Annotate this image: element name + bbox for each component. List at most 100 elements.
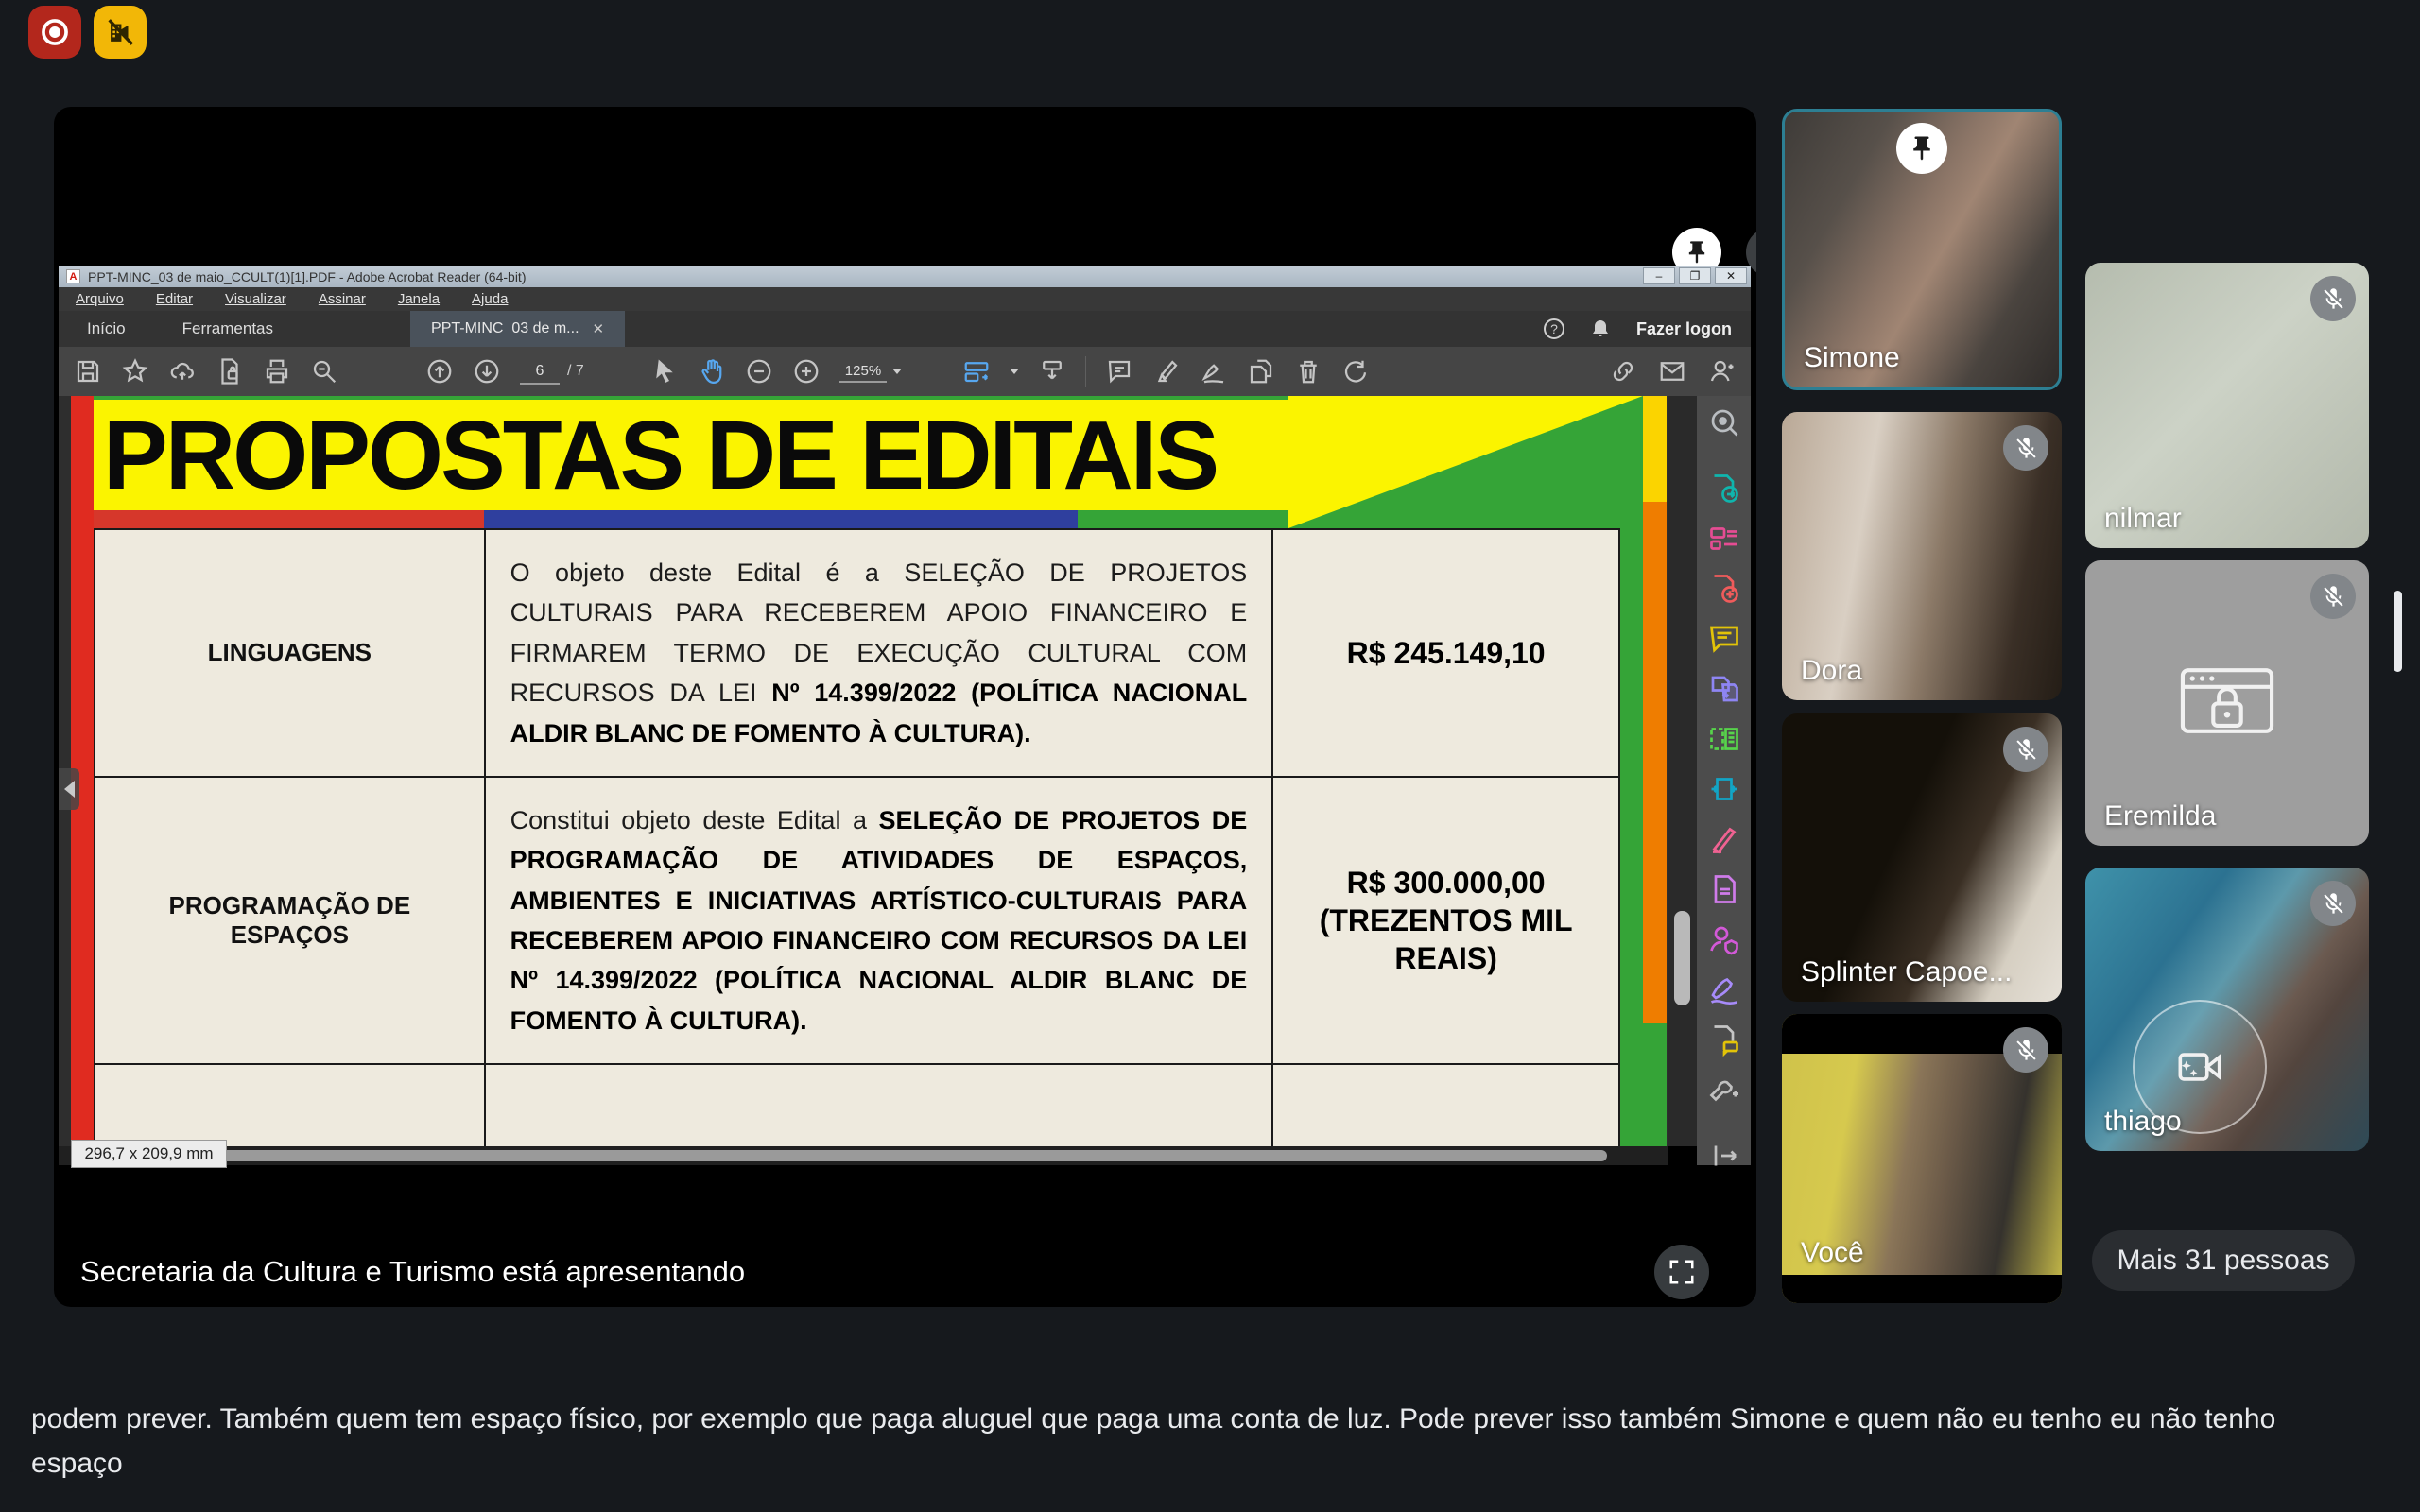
redact-tool-icon[interactable] [1707,822,1741,856]
acrobat-window: A PPT-MINC_03 de maio_CCULT(1)[1].PDF - … [59,266,1751,1165]
menu-assinar[interactable]: Assinar [319,291,366,307]
participant-tile-voce[interactable]: Você [1782,1014,2062,1303]
export-pdf-tool-icon[interactable] [1707,472,1741,506]
participant-tile-dora[interactable]: Dora [1782,412,2062,700]
vertical-scrollbar[interactable] [1668,396,1697,1146]
tab-document[interactable]: PPT-MINC_03 de m... ✕ [410,311,625,347]
pdf-viewport[interactable]: PROPOSTAS DE EDITAIS LINGUAGENS O objeto… [59,396,1668,1146]
mic-off-icon [2310,276,2356,321]
row-description: O MODELO SERÁ DISPONIBILIZADO PELO MINIS… [485,1064,1273,1146]
help-icon[interactable]: ? [1544,318,1564,339]
tab-close-icon[interactable]: ✕ [593,320,605,337]
vertical-scrollbar-thumb[interactable] [1674,911,1690,1005]
horizontal-scrollbar-thumb[interactable] [217,1150,1607,1161]
zoom-level-control[interactable]: 125% [839,361,902,383]
page-dimensions-label: 296,7 x 209,9 mm [71,1140,227,1168]
slide-title-banner: PROPOSTAS DE EDITAIS [94,400,1288,510]
participant-tile-simone[interactable]: Simone [1782,109,2062,390]
zoom-in-icon[interactable] [792,357,821,386]
scan-ocr-tool-icon[interactable] [1707,872,1741,906]
search-tools-icon[interactable] [1707,405,1741,439]
expand-panel-icon[interactable] [1707,1139,1741,1173]
participant-tile-nilmar[interactable]: nilmar [2085,263,2369,548]
page-number-input[interactable]: 6 [520,358,560,385]
organize-pages-icon[interactable] [1247,357,1275,386]
fit-dropdown-caret-icon[interactable] [1010,369,1019,374]
zoom-out-icon[interactable] [745,357,773,386]
more-tools-icon[interactable] [1707,1073,1741,1107]
share-with-person-icon[interactable] [1707,357,1736,386]
star-icon[interactable] [121,357,149,386]
horizontal-scrollbar[interactable] [59,1146,1668,1165]
previous-page-icon[interactable] [425,357,454,386]
trash-icon[interactable] [1294,357,1322,386]
slide-yellow-wedge [1288,396,1643,528]
tab-document-label: PPT-MINC_03 de m... [431,320,579,337]
mic-off-icon [2310,574,2356,619]
live-captions: podem prever. Também quem tem espaço fís… [31,1397,2394,1486]
sign-in-button[interactable]: Fazer logon [1636,319,1732,339]
notifications-bell-icon[interactable] [1589,318,1612,340]
mic-off-icon [2003,1027,2048,1073]
share-link-icon[interactable] [1609,357,1637,386]
menu-janela[interactable]: Janela [398,291,440,307]
fill-sign-tool-icon[interactable] [1707,972,1741,1006]
save-icon[interactable] [74,357,102,386]
reading-mode-icon[interactable] [1038,357,1066,386]
menu-ajuda[interactable]: Ajuda [472,291,508,307]
tab-ferramentas[interactable]: Ferramentas [154,319,302,338]
share-cloud-icon[interactable] [168,357,197,386]
page-total-label: / 7 [567,363,584,380]
pdf-file-icon: A [66,269,80,284]
participant-tile-thiago[interactable]: thiago [2085,868,2369,1151]
combine-files-tool-icon[interactable] [1707,672,1741,706]
fit-width-icon[interactable] [962,357,991,386]
tab-inicio[interactable]: Início [59,319,154,338]
tools-sidebar [1697,396,1751,1165]
menu-editar[interactable]: Editar [156,291,193,307]
close-button[interactable]: ✕ [1715,267,1747,284]
camera-disabled-indicator-icon [94,6,147,59]
comment-icon[interactable] [1105,357,1133,386]
slide-right-strip-orange [1643,502,1667,1023]
menu-visualizar[interactable]: Visualizar [225,291,286,307]
restore-button[interactable]: ❐ [1679,267,1711,284]
menu-arquivo[interactable]: Arquivo [76,291,124,307]
protect-pdf-tool-icon[interactable] [1707,922,1741,956]
acrobat-title-bar[interactable]: A PPT-MINC_03 de maio_CCULT(1)[1].PDF - … [59,266,1751,287]
comment-tool-icon[interactable] [1707,622,1741,656]
fullscreen-button[interactable] [1654,1245,1709,1299]
row-description-bold: SELEÇÃO DE PROJETOS DE PROGRAMAÇÃO DE AT… [510,806,1248,1035]
collapse-panel-arrow[interactable] [59,768,79,810]
highlighter-icon[interactable] [1152,357,1181,386]
next-page-icon[interactable] [473,357,501,386]
row-description-text: Constitui objeto deste Edital a [510,806,879,834]
print-icon[interactable] [263,357,291,386]
redo-icon[interactable] [1341,357,1370,386]
sign-pen-icon[interactable] [1200,357,1228,386]
email-icon[interactable] [1658,357,1686,386]
export-file-icon[interactable] [216,357,244,386]
participant-tile-eremilda[interactable]: Eremilda [2085,560,2369,846]
editais-table: LINGUAGENS O objeto deste Edital é a SEL… [94,528,1620,1146]
minimize-button[interactable]: – [1643,267,1675,284]
search-icon[interactable] [310,357,338,386]
zoom-level-value[interactable]: 125% [839,361,887,383]
letterbox-bar [1782,1275,2062,1303]
participant-name: Você [1801,1237,1864,1269]
more-people-badge[interactable]: Mais 31 pessoas [2092,1230,2355,1291]
request-signatures-tool-icon[interactable] [1707,1022,1741,1057]
camera-blocked-icon [2180,667,2274,740]
create-pdf-tool-icon[interactable] [1707,572,1741,606]
zoom-dropdown-caret-icon[interactable] [892,369,902,374]
edit-pdf-tool-icon[interactable] [1707,522,1741,556]
organize-pages-tool-icon[interactable] [1707,722,1741,756]
table-row: POLÍTICA NACIONAL DE CULTURA VIVA O MODE… [95,1064,1619,1146]
window-title: PPT-MINC_03 de maio_CCULT(1)[1].PDF - Ad… [88,269,526,284]
participant-tile-splinter[interactable]: Splinter Capoe... [1782,713,2062,1002]
compress-pdf-tool-icon[interactable] [1707,772,1741,806]
page-scrollbar-thumb[interactable] [2394,591,2402,672]
select-tool-icon[interactable] [650,357,679,386]
slide-right-strip-yellow [1643,396,1667,502]
hand-tool-icon[interactable] [698,357,726,386]
